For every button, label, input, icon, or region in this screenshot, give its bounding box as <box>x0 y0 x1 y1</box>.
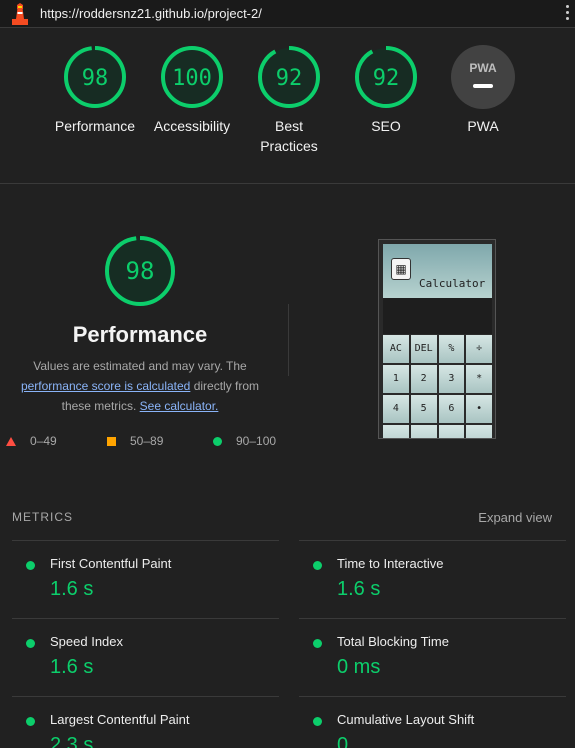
gauge-label: Best Practices <box>260 118 318 154</box>
score-ring: 92 <box>258 46 320 108</box>
lighthouse-icon <box>12 3 28 25</box>
metric-speed-index: Speed Index 1.6 s <box>12 618 279 696</box>
see-calculator-link[interactable]: See calculator. <box>140 399 219 413</box>
metric-name: Speed Index <box>50 634 124 649</box>
performance-score: 98 <box>126 257 155 285</box>
gauge-label: PWA <box>467 118 499 134</box>
calculator-key: 3 <box>438 365 465 393</box>
score-value: 92 <box>276 66 303 91</box>
pass-circle-icon <box>313 561 322 570</box>
gauge-pwa[interactable]: PWA PWA <box>433 44 533 136</box>
legend-fail-range: 0–49 <box>30 434 57 448</box>
desc-text: Values are estimated and may vary. The <box>33 359 247 373</box>
calculator-title: Calculator <box>419 277 486 290</box>
calculator-key: DEL <box>410 335 437 363</box>
metric-value: 1.6 s <box>50 656 94 678</box>
metric-name: First Contentful Paint <box>50 556 172 571</box>
calculator-key: * <box>466 365 492 393</box>
score-value: 92 <box>373 66 400 91</box>
calculator-key <box>438 425 465 438</box>
score-legend: 0–49 50–89 90–100 <box>0 434 290 450</box>
kebab-menu-icon[interactable] <box>565 5 569 23</box>
score-ring: 98 <box>64 46 126 108</box>
pass-circle-icon <box>213 437 222 446</box>
expand-view-button[interactable]: Expand view <box>478 510 552 525</box>
pass-circle-icon <box>26 717 35 726</box>
calculator-keys: AC DEL% ÷ 1 2 3 * 4 5 6 • <box>383 335 492 438</box>
calculator-key: 1 <box>383 365 409 393</box>
pwa-badge-icon: PWA <box>451 45 515 109</box>
metric-name: Cumulative Layout Shift <box>337 712 475 727</box>
score-calculation-link[interactable]: performance score is calculated <box>21 379 190 393</box>
metric-total-blocking-time: Total Blocking Time 0 ms <box>299 618 566 696</box>
category-gauges: 98 Performance 100 Accessibility 92 Best… <box>0 44 575 166</box>
calculator-key: % <box>438 335 465 363</box>
gauge-best-practices[interactable]: 92 Best Practices <box>239 44 339 156</box>
gauge-label: Accessibility <box>153 118 231 134</box>
calculator-header: ▦ Calculator <box>383 244 492 298</box>
final-screenshot: ▦ Calculator AC DEL% ÷ 1 2 3 * 4 5 6 • <box>378 239 496 439</box>
url-bar: https://roddersnz21.github.io/project-2/ <box>0 0 575 28</box>
metric-value: 1.6 s <box>50 578 94 600</box>
calculator-key: ÷ <box>466 335 492 363</box>
score-ring: 92 <box>355 46 417 108</box>
metric-value: 0 ms <box>337 656 381 678</box>
calculator-key <box>383 425 409 438</box>
calculator-key: 4 <box>383 395 409 423</box>
metric-time-to-interactive: Time to Interactive 1.6 s <box>299 540 566 618</box>
gauge-performance[interactable]: 98 Performance <box>45 44 145 136</box>
fail-triangle-icon <box>6 437 16 446</box>
metric-value: 2.3 s <box>50 734 94 748</box>
calculator-key <box>466 425 492 438</box>
pass-circle-icon <box>26 561 35 570</box>
gauge-label: Performance <box>54 118 136 134</box>
metric-value: 0 <box>337 734 349 748</box>
metric-cumulative-layout-shift: Cumulative Layout Shift 0 <box>299 696 566 748</box>
pass-circle-icon <box>313 717 322 726</box>
section-divider <box>0 183 575 184</box>
vertical-divider <box>288 304 289 376</box>
metric-name: Largest Contentful Paint <box>50 712 190 727</box>
calculator-display <box>383 298 492 334</box>
metric-name: Total Blocking Time <box>337 634 449 649</box>
pwa-badge-text: PWA <box>469 61 497 75</box>
performance-description: Values are estimated and may vary. The p… <box>12 356 268 416</box>
calculator-key: 6 <box>438 395 465 423</box>
pass-circle-icon <box>313 639 322 648</box>
legend-average-range: 50–89 <box>130 434 164 448</box>
gauge-seo[interactable]: 92 SEO <box>336 44 436 136</box>
performance-title: Performance <box>72 322 208 347</box>
calculator-key: • <box>466 395 492 423</box>
pass-circle-icon <box>26 639 35 648</box>
legend-pass-range: 90–100 <box>236 434 277 448</box>
score-value: 100 <box>172 66 212 91</box>
calculator-key <box>410 425 437 438</box>
performance-gauge: 98 <box>105 236 175 306</box>
calculator-key: AC <box>383 335 409 363</box>
score-ring: 100 <box>161 46 223 108</box>
metric-largest-contentful-paint: Largest Contentful Paint 2.3 s <box>12 696 279 748</box>
metric-value: 1.6 s <box>337 578 381 600</box>
calculator-key: 2 <box>410 365 437 393</box>
score-value: 98 <box>82 66 109 91</box>
metric-first-contentful-paint: First Contentful Paint 1.6 s <box>12 540 279 618</box>
page-url[interactable]: https://roddersnz21.github.io/project-2/ <box>40 6 262 21</box>
calculator-key: 5 <box>410 395 437 423</box>
average-square-icon <box>107 437 116 446</box>
metrics-heading: METRICS <box>12 510 73 524</box>
gauge-label: SEO <box>371 118 401 134</box>
metric-name: Time to Interactive <box>337 556 444 571</box>
gauge-accessibility[interactable]: 100 Accessibility <box>142 44 242 136</box>
calculator-icon: ▦ <box>391 258 411 280</box>
